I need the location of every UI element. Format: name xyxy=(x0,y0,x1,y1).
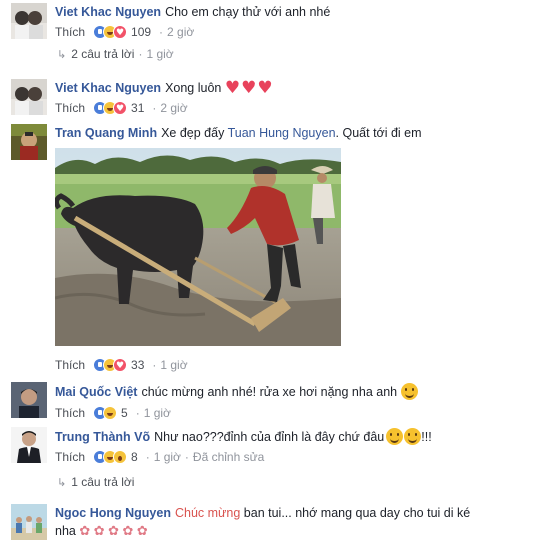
separator: · xyxy=(135,406,140,420)
comment-actions: Thích 5 · 1 giờ xyxy=(55,405,526,421)
timestamp[interactable]: 1 giờ xyxy=(154,449,181,465)
separator: · xyxy=(152,358,157,372)
avatar[interactable] xyxy=(11,382,47,418)
reaction-icons[interactable] xyxy=(93,450,128,464)
reaction-count[interactable]: 33 xyxy=(131,357,144,373)
author-name[interactable]: Viet Khac Nguyen xyxy=(55,81,161,95)
reply-timestamp: 1 giờ xyxy=(146,47,174,61)
comment-actions: Thích 8 · 1 giờ · Đã chỉnh sửa xyxy=(55,449,526,465)
flower-icon: ✿ xyxy=(122,524,134,540)
comment-text: Ngoc Hong Nguyen Chúc mừng ban tui... nhớ… xyxy=(55,505,526,522)
timestamp[interactable]: 2 giờ xyxy=(160,100,187,116)
reaction-count[interactable]: 8 xyxy=(131,449,138,465)
comment-body: Xe đẹp đấy xyxy=(161,126,228,140)
avatar[interactable] xyxy=(11,504,47,540)
comment-body-end: !!! xyxy=(421,430,432,444)
reply-count[interactable]: 1 câu trả lời xyxy=(71,475,134,489)
comment-text: Viet Khac Nguyen Xong luôn ♥♥♥ xyxy=(55,80,526,97)
smile-icon xyxy=(404,428,422,445)
love-icon xyxy=(113,25,128,41)
love-icon xyxy=(113,358,128,374)
timestamp[interactable]: 2 giờ xyxy=(167,24,194,40)
like-button[interactable]: Thích xyxy=(55,405,85,421)
separator: · xyxy=(145,450,150,464)
avatar[interactable] xyxy=(11,124,47,160)
heart-icon: ♥ xyxy=(257,78,273,99)
comment-body: ban tui... nhớ mang qua day cho tui di k… xyxy=(240,506,471,520)
heart-icon: ♥ xyxy=(224,78,241,99)
flower-icon: ✿ xyxy=(108,524,120,540)
comment-body-end: . Quất tới đi em xyxy=(335,126,422,140)
like-button[interactable]: Thích xyxy=(55,100,85,116)
edited-label[interactable]: Đã chỉnh sửa xyxy=(193,449,264,465)
avatar[interactable] xyxy=(11,3,47,39)
avatar[interactable] xyxy=(11,427,47,463)
comment-text: Viet Khac Nguyen Cho em chạy thử với anh … xyxy=(55,4,526,21)
comment-body: Cho em chạy thử với anh nhé xyxy=(165,5,331,19)
author-name[interactable]: Ngoc Hong Nguyen xyxy=(55,506,171,520)
comment-actions: Thích 109 · 2 giờ xyxy=(55,24,526,41)
like-button[interactable]: Thích xyxy=(55,357,85,373)
smile-icon xyxy=(400,383,418,400)
reaction-icons[interactable] xyxy=(93,101,128,117)
mention-link[interactable]: Chúc mừng xyxy=(175,506,240,520)
comment-text: Mai Quốc Việt chúc mừng anh nhé! rửa xe h… xyxy=(55,383,526,401)
separator: · xyxy=(152,101,157,115)
flower-icon: ✿ xyxy=(136,524,148,540)
reaction-count[interactable]: 5 xyxy=(121,405,128,421)
separator: · xyxy=(138,47,143,61)
smile-icon xyxy=(386,428,404,445)
like-button[interactable]: Thích xyxy=(55,24,85,40)
comment-actions: Thích 33 · 1 giờ xyxy=(55,357,188,374)
separator: · xyxy=(184,450,189,464)
wow-icon xyxy=(113,450,128,464)
haha-icon xyxy=(103,406,118,420)
timestamp[interactable]: 1 giờ xyxy=(160,357,187,373)
flower-icon: ✿ xyxy=(93,524,105,540)
reply-count[interactable]: 2 câu trả lời xyxy=(71,47,134,61)
author-name[interactable]: Viet Khac Nguyen xyxy=(55,5,161,19)
comment-body: Xong luôn xyxy=(165,81,222,95)
view-replies[interactable]: ↳ 2 câu trả lời · 1 giờ xyxy=(57,47,174,61)
heart-icon: ♥ xyxy=(241,78,257,99)
comment-text: Trung Thành Võ Như nao???đỉnh của đỉnh là… xyxy=(55,428,526,446)
timestamp[interactable]: 1 giờ xyxy=(144,405,171,421)
comment-text-line2: nha ✿ ✿ ✿ ✿ ✿ xyxy=(55,523,526,540)
reply-arrow-icon: ↳ xyxy=(57,47,67,61)
reaction-count[interactable]: 31 xyxy=(131,100,144,116)
comment-actions: Thích 31 · 2 giờ xyxy=(55,100,526,117)
reaction-icons[interactable] xyxy=(93,358,128,374)
view-replies[interactable]: ↳ 1 câu trả lời xyxy=(57,475,134,489)
separator: · xyxy=(159,25,164,39)
reply-arrow-icon: ↳ xyxy=(57,475,67,489)
avatar[interactable] xyxy=(11,79,47,115)
reaction-icons[interactable] xyxy=(93,406,118,420)
like-button[interactable]: Thích xyxy=(55,449,85,465)
love-icon xyxy=(113,101,128,117)
comment-text: Tran Quang Minh Xe đẹp đấy Tuan Hung Nguy… xyxy=(55,125,526,142)
comment-body-end: nha xyxy=(55,524,76,538)
author-name[interactable]: Trung Thành Võ xyxy=(55,430,150,444)
reaction-count[interactable]: 109 xyxy=(131,24,151,40)
comment-body: Như nao???đỉnh của đỉnh là đây chứ đâu xyxy=(154,430,385,444)
mention-link[interactable]: Tuan Hung Nguyen xyxy=(228,126,336,140)
comment-body: chúc mừng anh nhé! rửa xe hơi nặng nha a… xyxy=(141,385,398,399)
author-name[interactable]: Tran Quang Minh xyxy=(55,126,157,140)
reaction-icons[interactable] xyxy=(93,25,128,41)
author-name[interactable]: Mai Quốc Việt xyxy=(55,385,137,399)
flower-icon: ✿ xyxy=(79,524,91,540)
comment-photo[interactable] xyxy=(55,148,341,346)
